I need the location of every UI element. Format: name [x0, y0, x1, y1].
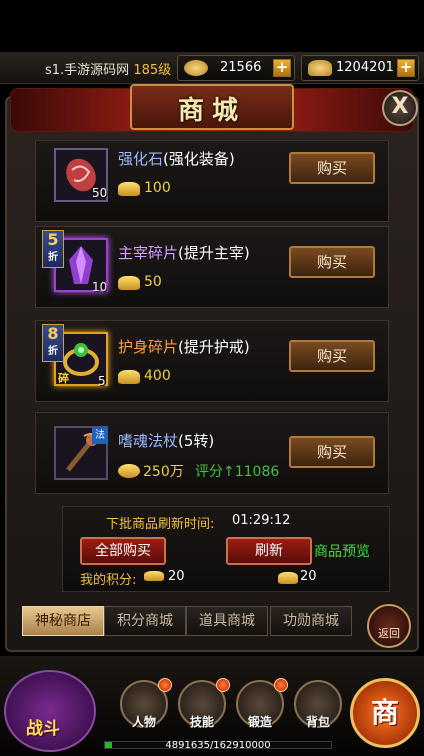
ingot-currency: 1204201 + [301, 55, 419, 81]
discount-badge: 8 折 [42, 324, 64, 362]
item-name: 强化石(强化装备) [118, 148, 235, 169]
my-score-label: 我的积分: [80, 573, 137, 588]
score-label: 评分 [195, 464, 223, 480]
notification-dot [158, 678, 172, 692]
item-count: 5 [98, 374, 106, 388]
tab-points-shop[interactable]: 积分商城 [104, 606, 186, 636]
experience-text: 4891635/162910000 [165, 740, 271, 751]
refresh-time: 01:29:12 [232, 513, 291, 528]
item-desc: (强化装备) [163, 150, 235, 168]
item-title: 主宰碎片 [118, 244, 179, 262]
item-price: 50 [144, 274, 162, 290]
item-desc: (5转) [178, 432, 215, 450]
gold-ingot-icon [308, 60, 332, 76]
player-info: s1.手游源码网 185级 [45, 59, 171, 78]
discount-unit: 折 [48, 346, 58, 357]
discount-badge: 5 折 [42, 230, 64, 268]
shop-button[interactable]: 商 [350, 678, 420, 748]
shop-title: 商城 [177, 96, 246, 126]
refresh-cost: 20 [300, 569, 317, 584]
ingot-value: 1204201 [336, 60, 394, 75]
ingot-icon [118, 370, 140, 384]
item-title: 嗜魂法杖 [118, 432, 179, 450]
add-ingot-button[interactable]: + [397, 59, 415, 77]
score-value: 11086 [234, 464, 280, 480]
forge-label: 锻造 [247, 715, 272, 729]
discount-value: 8 [47, 324, 59, 343]
item-count: 50 [92, 186, 108, 200]
item-count: 10 [92, 280, 108, 294]
shard-tag: 碎 [58, 372, 69, 385]
ingot-icon [118, 182, 140, 196]
battle-label: 战斗 [26, 719, 60, 739]
character-label: 人物 [131, 715, 156, 729]
weapon-tag: 法 [92, 428, 108, 444]
discount-unit: 折 [48, 252, 58, 263]
item-desc: (提升主宰) [178, 244, 250, 262]
item-price: 250万 [143, 464, 184, 480]
gold-value: 21566 [220, 60, 262, 75]
add-gold-button[interactable]: + [273, 59, 291, 77]
gold-coin-icon [184, 60, 208, 76]
up-arrow-icon: ↑ [223, 464, 235, 480]
status-area [0, 0, 424, 52]
player-name: s1.手游源码网 [45, 63, 130, 78]
back-button[interactable]: 返回 [367, 604, 411, 648]
tab-mystery-shop[interactable]: 神秘商店 [22, 606, 104, 636]
discount-value: 5 [47, 230, 59, 249]
skill-label: 技能 [189, 715, 214, 729]
refresh-label: 下批商品刷新时间: [106, 517, 215, 532]
tab-merit-shop[interactable]: 功勋商城 [270, 606, 352, 636]
battle-button[interactable] [4, 670, 96, 752]
close-button[interactable]: X [382, 90, 418, 126]
gold-coin-icon [118, 464, 140, 478]
notification-dot [216, 678, 230, 692]
item-title: 护身碎片 [118, 338, 179, 356]
item-price: 400 [144, 368, 171, 384]
buy-all-button[interactable]: 全部购买 [80, 537, 166, 565]
gold-currency: 21566 + [177, 55, 295, 81]
bag-label: 背包 [305, 715, 330, 729]
item-desc: (提升护戒) [178, 338, 250, 356]
my-score-value: 20 [168, 569, 185, 584]
buy-button[interactable]: 购买 [289, 340, 375, 372]
ingot-icon [278, 572, 298, 584]
ingot-icon [118, 276, 140, 290]
score-icon [144, 571, 164, 581]
item-price: 100 [144, 180, 171, 196]
item-name: 嗜魂法杖(5转) [118, 430, 214, 451]
tab-item-shop[interactable]: 道具商城 [186, 606, 268, 636]
item-name: 主宰碎片(提升主宰) [118, 242, 250, 263]
buy-button[interactable]: 购买 [289, 152, 375, 184]
refresh-button[interactable]: 刷新 [226, 537, 312, 565]
buy-button[interactable]: 购买 [289, 246, 375, 278]
item-title: 强化石 [118, 150, 164, 168]
player-level: 185级 [133, 63, 172, 78]
preview-link[interactable]: 商品预览 [314, 541, 370, 561]
item-name: 护身碎片(提升护戒) [118, 336, 250, 357]
notification-dot [274, 678, 288, 692]
score-display: 评分↑11086 [195, 461, 279, 481]
buy-button[interactable]: 购买 [289, 436, 375, 468]
